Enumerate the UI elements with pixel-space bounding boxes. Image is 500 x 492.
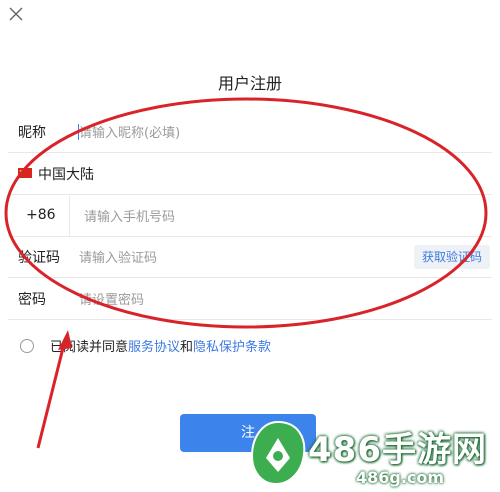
watermark-logo (250, 420, 306, 486)
china-flag-icon (18, 168, 32, 178)
nickname-label: 昵称 (18, 125, 46, 141)
nickname-input[interactable] (77, 118, 401, 148)
watermark-title: 486手游网 (308, 430, 487, 470)
verify-label: 验证码 (18, 250, 60, 266)
region-label: 中国大陆 (38, 167, 94, 183)
agreement: 已阅读并同意 服务协议 和 隐私保护条款 (20, 336, 271, 355)
agreement-prefix: 已阅读并同意 (50, 340, 129, 355)
annotation-arrow (36, 343, 66, 449)
close-icon (9, 7, 23, 21)
service-agreement-link[interactable]: 服务协议 (128, 336, 180, 355)
phone-row: +86 (8, 196, 492, 237)
privacy-policy-link[interactable]: 隐私保护条款 (193, 336, 271, 355)
close-button[interactable] (6, 4, 26, 24)
nickname-row: 昵称 (8, 112, 492, 153)
watermark-site: 486g.com (356, 468, 445, 487)
agree-radio[interactable] (20, 338, 34, 353)
phone-input[interactable] (82, 202, 406, 232)
watermark: 486手游网 486g.com (246, 418, 500, 492)
region-selector[interactable]: 中国大陆 (8, 154, 492, 195)
verify-row: 验证码 获取验证码 (8, 237, 492, 278)
password-row: 密码 (8, 279, 492, 320)
password-input[interactable] (77, 285, 401, 315)
page-title: 用户注册 (217, 74, 282, 93)
country-code: +86 (26, 207, 56, 223)
password-label: 密码 (18, 292, 46, 308)
text-cursor (78, 124, 79, 140)
get-code-button[interactable]: 获取验证码 (413, 245, 490, 269)
agreement-connector: 和 (180, 340, 194, 355)
country-code-selector[interactable]: +86 (8, 196, 70, 236)
verify-code-input[interactable] (77, 243, 401, 273)
